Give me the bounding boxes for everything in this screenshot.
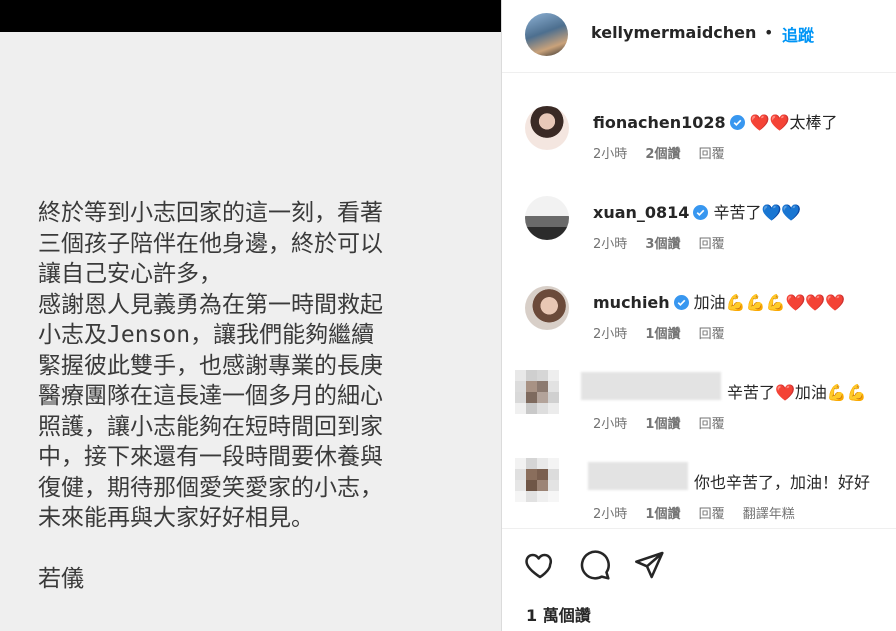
media-top-bar [0, 0, 501, 32]
pixelated-avatar[interactable] [515, 458, 559, 502]
separator-dot: • [764, 23, 774, 42]
verified-badge-icon [673, 295, 689, 310]
post-line: 復健，期待那個愛笑愛家的小志， [38, 474, 383, 501]
comment-likes[interactable]: 3個讚 [645, 237, 680, 252]
translate-button[interactable]: 翻譯年糕 [743, 507, 795, 522]
post-line: 小志及Jenson，讓我們能夠繼續 [38, 322, 375, 348]
post-actions: 1 萬個讚 [502, 528, 896, 631]
post-header: kellymermaidchen • 追蹤 [502, 0, 896, 73]
commenter-username[interactable]: muchieh [593, 293, 670, 312]
verified-badge-icon [729, 115, 745, 130]
follow-button[interactable]: 追蹤 [782, 22, 814, 46]
comment-body: 加油💪💪💪❤️❤️❤️ [693, 293, 846, 312]
post-line: 中，接下來還有一段時間要休養與 [38, 444, 383, 470]
blurred-username [588, 462, 688, 490]
comment-item: 辛苦了❤️加油💪💪 2小時 1個讚 回覆 [502, 356, 896, 446]
commenter-avatar[interactable] [525, 286, 569, 330]
paper-plane-icon[interactable] [633, 549, 665, 581]
comments-panel: kellymermaidchen • 追蹤 fionachen1028 ❤️❤️太… [501, 0, 896, 631]
post-signature: 若儀 [38, 566, 84, 592]
comment-text-row: 辛苦了❤️加油💪💪 [727, 379, 867, 403]
comment-likes[interactable]: 1個讚 [645, 507, 680, 522]
comment-item: fionachen1028 ❤️❤️太棒了 2小時 2個讚 回覆 [502, 86, 896, 176]
heart-icon[interactable] [524, 549, 556, 581]
commenter-username[interactable]: fionachen1028 [593, 113, 726, 132]
author-avatar[interactable] [525, 13, 568, 56]
comment-meta: 2小時 1個讚 回覆 [593, 413, 739, 432]
comment-time[interactable]: 2小時 [593, 147, 627, 162]
post-line: 感謝恩人見義勇為在第一時間救起 [38, 291, 383, 318]
comment-time[interactable]: 2小時 [593, 507, 627, 522]
author-username[interactable]: kellymermaidchen [591, 23, 756, 42]
comment-bubble-icon[interactable] [579, 549, 611, 581]
comment-likes[interactable]: 2個讚 [645, 147, 680, 162]
comment-body: ❤️❤️太棒了 [749, 113, 838, 132]
comment-meta: 2小時 1個讚 回覆 [593, 323, 739, 342]
comment-body: 辛苦了💙💙 [713, 203, 802, 222]
comment-text-row: muchieh 加油💪💪💪❤️❤️❤️ [593, 289, 845, 313]
comment-body: 辛苦了❤️加油💪💪 [727, 383, 867, 402]
reply-button[interactable]: 回覆 [699, 507, 725, 522]
comment-body: 你也辛苦了，加油！好好 [694, 473, 871, 492]
comment-time[interactable]: 2小時 [593, 417, 627, 432]
post-line: 醫療團隊在這長達一個多月的細心 [38, 383, 383, 409]
comment-meta: 2小時 3個讚 回覆 [593, 233, 739, 252]
comment-time[interactable]: 2小時 [593, 237, 627, 252]
pixelated-avatar[interactable] [515, 370, 559, 414]
post-line: 三個孩子陪伴在他身邊，終於可以 [38, 230, 383, 257]
comment-likes[interactable]: 1個讚 [645, 417, 680, 432]
comment-time[interactable]: 2小時 [593, 327, 627, 342]
commenter-avatar[interactable] [525, 106, 569, 150]
comment-text-row: 你也辛苦了，加油！好好 [694, 469, 870, 493]
post-line: 緊握彼此雙手，也感謝專業的長庚 [38, 352, 383, 379]
reply-button[interactable]: 回覆 [699, 327, 725, 342]
comment-item: 你也辛苦了，加油！好好 2小時 1個讚 回覆 翻譯年糕 [502, 446, 896, 536]
comment-item: muchieh 加油💪💪💪❤️❤️❤️ 2小時 1個讚 回覆 [502, 266, 896, 356]
post-line: 讓自己安心許多， [38, 261, 222, 287]
comment-text-row: fionachen1028 ❤️❤️太棒了 [593, 109, 838, 133]
post-image-text: 終於等到小志回家的這一刻，看著 三個孩子陪伴在他身邊，終於可以 讓自己安心許多，… [38, 198, 478, 595]
post-line: 照護，讓小志能夠在短時間回到家 [38, 413, 383, 440]
commenter-avatar[interactable] [525, 196, 569, 240]
comment-likes[interactable]: 1個讚 [645, 327, 680, 342]
reply-button[interactable]: 回覆 [699, 417, 725, 432]
comment-meta: 2小時 2個讚 回覆 [593, 143, 739, 162]
post-line: 未來能再與大家好好相見。 [38, 505, 314, 531]
post-spacer [38, 534, 478, 565]
reply-button[interactable]: 回覆 [699, 237, 725, 252]
comment-meta: 2小時 1個讚 回覆 翻譯年糕 [593, 503, 809, 522]
post-line: 終於等到小志回家的這一刻，看著 [38, 200, 383, 226]
comment-item: xuan_0814 辛苦了💙💙 2小時 3個讚 回覆 [502, 176, 896, 266]
likes-count[interactable]: 1 萬個讚 [526, 602, 591, 626]
reply-button[interactable]: 回覆 [699, 147, 725, 162]
comment-text-row: xuan_0814 辛苦了💙💙 [593, 199, 801, 223]
commenter-username[interactable]: xuan_0814 [593, 203, 689, 222]
verified-badge-icon [693, 205, 709, 220]
blurred-username [581, 372, 721, 400]
